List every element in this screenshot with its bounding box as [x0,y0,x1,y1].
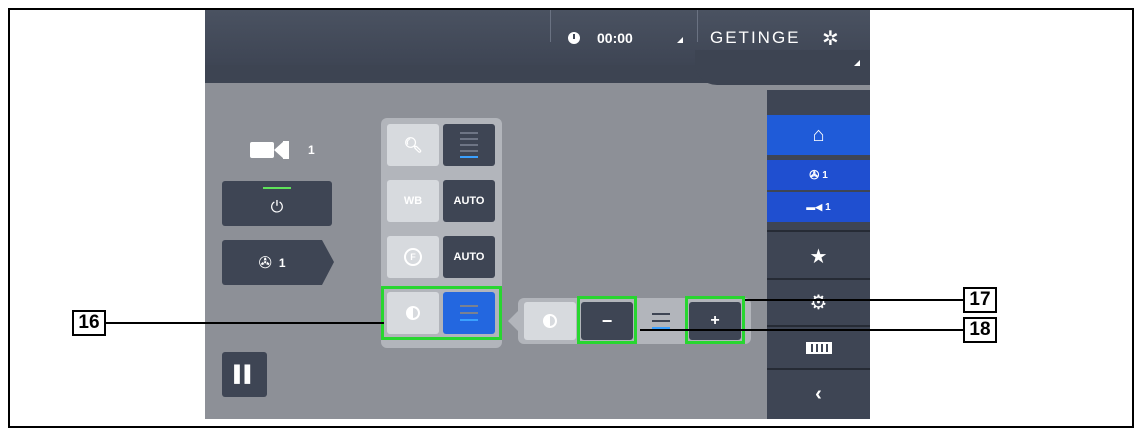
settings-button[interactable]: ⚙ [767,282,870,322]
white-balance-auto-button[interactable]: AUTO [443,180,495,222]
battery-button[interactable] [767,330,870,365]
menu-expand-icon[interactable] [854,60,860,66]
level-line [652,320,670,322]
sidebar-divider [767,230,870,232]
touch-screen: 00:00 GETINGE ✲ 1 ⏻ ✇ 1 ▌▌ 🔍︎ WB AUTO F [205,10,870,419]
zoom-level-bar-active [460,156,478,158]
camera-power-button[interactable]: ⏻ [222,181,332,226]
callout-16: 16 [72,310,106,336]
focus-value: AUTO [453,251,485,263]
power-indicator [263,187,291,189]
sidebar-camera-number: 1 [825,201,831,213]
focus-icon: F [404,248,422,266]
lighthead-selector-button[interactable]: ✇ 1 [222,240,322,285]
zoom-level-bar [460,132,478,134]
zoom-level-bar [460,138,478,140]
callout-17: 17 [963,287,997,313]
focus-button[interactable]: F [387,236,439,278]
brand-mark-icon: ✲ [822,28,839,50]
clock-time[interactable]: 00:00 [597,30,633,46]
white-balance-label: WB [403,195,423,207]
camera-small-icon: ▬◀ [806,201,823,212]
callout-18: 18 [963,317,997,343]
leader-line-18 [640,329,963,331]
lighthead-icon: ✇ [258,254,272,272]
camera-number: 1 [308,143,315,157]
clock-icon [568,32,580,44]
sidebar-divider [767,368,870,370]
lighthead-selector-arrow [322,240,334,285]
white-balance-button[interactable]: WB [387,180,439,222]
power-icon: ⏻ [270,198,284,216]
zoom-level-button[interactable] [443,124,495,166]
chevron-left-icon: ‹ [815,382,822,405]
sidebar-lighthead-number: 1 [822,169,828,181]
white-balance-value: AUTO [453,195,485,207]
sidebar-divider [767,325,870,327]
level-line [652,313,670,315]
contrast-adjust-icon-cell [524,302,576,340]
camera-status: 1 [250,140,330,162]
lighthead-small-icon: ✇ [809,168,820,182]
home-button[interactable]: ⌂ [767,115,870,155]
camera-body [283,141,289,159]
sidebar-item-camera[interactable]: ▬◀ 1 [767,192,870,222]
zoom-level-bar [460,144,478,146]
pause-icon: ▌▌ [234,365,256,383]
leader-line-16 [106,322,384,324]
pause-button[interactable]: ▌▌ [222,352,267,397]
contrast-level-indicator [639,302,684,340]
highlight-contrast-pair [381,286,502,340]
sidebar-item-lighthead[interactable]: ✇ 1 [767,160,870,190]
zoom-level-bar [460,150,478,152]
brand-logo: GETINGE [710,28,801,47]
divider [697,10,698,42]
zoom-button[interactable]: 🔍︎ [387,124,439,166]
top-bar-right-tab [695,50,870,85]
zoom-icon: 🔍︎ [403,137,423,154]
camera-icon [250,142,274,158]
gear-icon: ⚙ [809,291,828,314]
highlight-minus [577,296,637,344]
time-dropdown-icon[interactable] [677,37,683,43]
favorites-button[interactable]: ★ [767,236,870,276]
star-icon: ★ [809,245,828,268]
leader-line-17 [745,299,963,301]
highlight-plus [685,296,745,344]
sidebar-divider [767,278,870,280]
home-icon: ⌂ [812,123,825,146]
back-button[interactable]: ‹ [767,374,870,414]
contrast-icon [543,314,557,328]
focus-auto-button[interactable]: AUTO [443,236,495,278]
battery-icon [805,341,832,354]
lighthead-number: 1 [278,255,286,270]
divider [550,10,551,42]
